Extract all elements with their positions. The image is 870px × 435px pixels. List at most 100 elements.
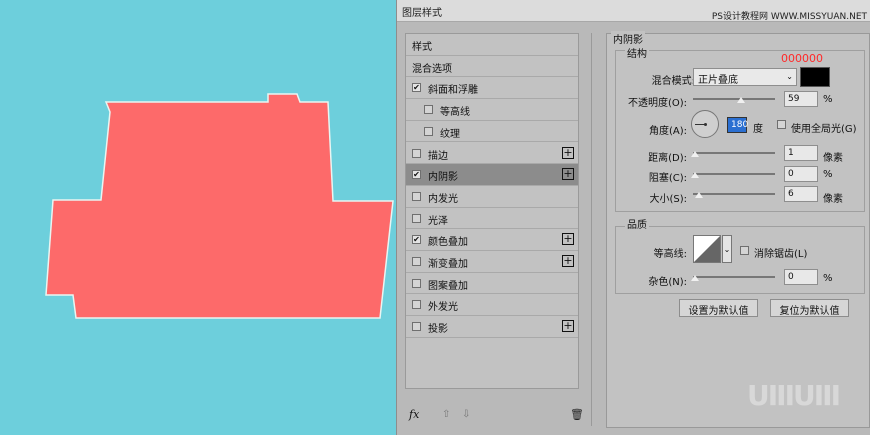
style-item-checkbox[interactable] xyxy=(424,105,433,115)
opacity-label: 不透明度(O): xyxy=(627,98,687,109)
angle-dial[interactable] xyxy=(691,110,719,138)
red-shape[interactable] xyxy=(45,93,394,319)
style-item-label: 纹理 xyxy=(440,128,460,140)
distance-label: 距离(D): xyxy=(648,153,687,164)
styles-list: 样式 混合选项 ✔ 斜面和浮雕 等高线 纹理 描边 + ✔ 内阴影 + 内发光 光泽 ✔ 颜色叠加 + 渐变叠… xyxy=(405,33,579,389)
style-item-label: 描边 xyxy=(428,150,448,162)
opacity-input[interactable]: 59 xyxy=(784,91,818,107)
blend-mode-select[interactable]: 正片叠底 ⌄ xyxy=(693,68,797,86)
size-slider-knob[interactable] xyxy=(695,192,703,198)
global-light-checkbox[interactable] xyxy=(777,120,786,129)
noise-slider-knob[interactable] xyxy=(691,275,699,281)
panel-divider xyxy=(591,33,592,426)
layer-style-dialog: 图层样式 PS设计教程网 WWW.MISSYUAN.NET 样式 混合选项 ✔ 斜面… xyxy=(396,0,870,435)
global-light-label: 使用全局光(G) xyxy=(791,124,857,135)
noise-slider[interactable] xyxy=(693,276,775,278)
choke-slider[interactable] xyxy=(693,173,775,175)
distance-input[interactable]: 1 xyxy=(784,145,818,161)
style-item[interactable]: ✔ 颜色叠加 + xyxy=(406,229,578,251)
dialog-title: 图层样式 xyxy=(402,8,442,19)
chevron-down-icon: ⌄ xyxy=(786,72,793,81)
style-item-label: 混合选项 xyxy=(412,63,452,75)
inner-shadow-panel: 内阴影 结构 000000 混合模式: 正片叠底 ⌄ 不透明度(O): 59 %… xyxy=(606,31,870,428)
angle-input[interactable]: 180 xyxy=(727,117,748,133)
noise-label: 杂色(N): xyxy=(648,277,687,288)
size-input[interactable]: 6 xyxy=(784,186,818,202)
add-effect-icon[interactable]: + xyxy=(562,168,574,181)
dialog-titlebar[interactable]: 图层样式 PS设计教程网 WWW.MISSYUAN.NET xyxy=(397,0,870,22)
angle-label: 角度(A): xyxy=(648,126,687,137)
style-item[interactable]: 等高线 xyxy=(406,99,578,121)
make-default-button[interactable]: 设置为默认值 xyxy=(679,299,758,317)
choke-slider-knob[interactable] xyxy=(691,172,699,178)
choke-input[interactable]: 0 xyxy=(784,166,818,182)
style-item[interactable]: 混合选项 xyxy=(406,56,578,78)
contour-preview[interactable] xyxy=(693,235,721,263)
add-effect-icon[interactable]: + xyxy=(562,320,574,333)
styles-header-label: 样式 xyxy=(412,42,432,53)
noise-unit: % xyxy=(823,273,833,284)
move-up-icon[interactable]: ⇧ xyxy=(442,409,450,420)
style-item-checkbox[interactable] xyxy=(412,322,421,332)
contour-label: 等高线: xyxy=(653,249,687,260)
style-item[interactable]: 图案叠加 xyxy=(406,273,578,295)
chevron-down-icon: ⌄ xyxy=(723,245,731,254)
style-item[interactable]: 外发光 xyxy=(406,294,578,317)
opacity-slider-knob[interactable] xyxy=(737,97,746,103)
style-item-checkbox[interactable]: ✔ xyxy=(412,83,421,93)
site-watermark: PS设计教程网 WWW.MISSYUAN.NET xyxy=(711,12,867,22)
size-label: 大小(S): xyxy=(649,194,687,205)
distance-unit: 像素 xyxy=(823,153,843,164)
style-item-checkbox[interactable] xyxy=(412,213,421,223)
style-item-checkbox[interactable] xyxy=(412,300,421,310)
add-effect-icon[interactable]: + xyxy=(562,255,574,267)
style-item[interactable]: 光泽 xyxy=(406,208,578,230)
noise-input[interactable]: 0 xyxy=(784,269,818,285)
style-item-checkbox[interactable] xyxy=(412,148,421,158)
color-annotation: 000000 xyxy=(781,52,823,65)
style-item[interactable]: 投影 + xyxy=(406,316,578,338)
opacity-slider[interactable] xyxy=(693,98,775,100)
move-down-icon[interactable]: ⇩ xyxy=(462,409,470,420)
style-item-checkbox[interactable] xyxy=(412,257,421,266)
distance-slider-knob[interactable] xyxy=(691,151,699,157)
style-item[interactable]: 内发光 xyxy=(406,186,578,208)
style-item-checkbox[interactable]: ✔ xyxy=(412,235,421,245)
contour-dropdown[interactable]: ⌄ xyxy=(722,235,732,263)
size-slider[interactable] xyxy=(693,193,775,195)
style-item[interactable]: 渐变叠加 + xyxy=(406,251,578,273)
styles-header[interactable]: 样式 xyxy=(406,34,578,56)
style-item-checkbox[interactable]: ✔ xyxy=(412,170,421,180)
style-item-label: 外发光 xyxy=(428,302,458,314)
styles-toolbar: fx ⇧ ⇩ 🗑 xyxy=(405,405,584,427)
blend-mode-label: 混合模式: xyxy=(651,76,695,87)
style-item-label: 内发光 xyxy=(428,193,458,205)
brand-watermark: UIIIUIII xyxy=(747,379,841,412)
shadow-color-swatch[interactable] xyxy=(800,67,830,87)
add-effect-icon[interactable]: + xyxy=(562,146,574,159)
style-item[interactable]: 纹理 xyxy=(406,121,578,143)
blend-mode-value: 正片叠底 xyxy=(698,75,738,86)
style-item-label: 投影 xyxy=(428,324,448,336)
anti-alias-checkbox[interactable] xyxy=(740,246,749,255)
trash-icon[interactable]: 🗑 xyxy=(570,408,584,421)
choke-unit: % xyxy=(823,169,833,180)
angle-unit: 度 xyxy=(753,124,763,135)
add-effect-icon[interactable]: + xyxy=(562,233,574,246)
style-item[interactable]: ✔ 斜面和浮雕 xyxy=(406,77,578,100)
style-item-checkbox[interactable] xyxy=(412,278,421,288)
style-item-checkbox[interactable] xyxy=(424,126,433,136)
distance-slider[interactable] xyxy=(693,152,775,154)
section-title: 内阴影 xyxy=(611,31,645,46)
anti-alias-label: 消除锯齿(L) xyxy=(754,249,808,260)
style-item-checkbox[interactable] xyxy=(412,191,421,201)
fx-icon[interactable]: fx xyxy=(409,408,419,421)
structure-title: 结构 xyxy=(625,45,649,60)
reset-default-button[interactable]: 复位为默认值 xyxy=(770,299,849,317)
style-item-label: 等高线 xyxy=(440,107,470,119)
style-item-label: 内阴影 xyxy=(428,172,458,184)
style-item[interactable]: 描边 + xyxy=(406,143,578,165)
style-item[interactable]: ✔ 内阴影 + xyxy=(406,164,578,186)
quality-title: 品质 xyxy=(625,216,649,231)
style-item-label: 颜色叠加 xyxy=(428,237,468,249)
